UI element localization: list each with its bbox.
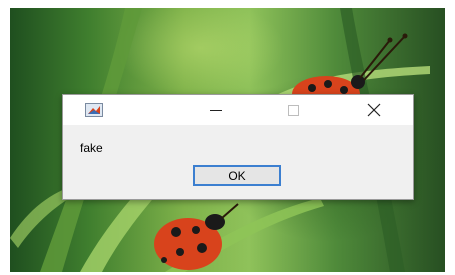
minimize-button[interactable] [193,95,239,125]
maximize-icon [288,105,299,116]
minimize-icon [210,110,222,111]
dialog-titlebar[interactable] [63,95,413,125]
close-icon [367,103,381,117]
dialog-message: fake [80,141,103,155]
maximize-button[interactable] [270,95,316,125]
message-dialog: fake OK [62,94,414,200]
close-button[interactable] [351,95,397,125]
ok-button[interactable]: OK [193,165,281,186]
app-icon [85,103,103,117]
